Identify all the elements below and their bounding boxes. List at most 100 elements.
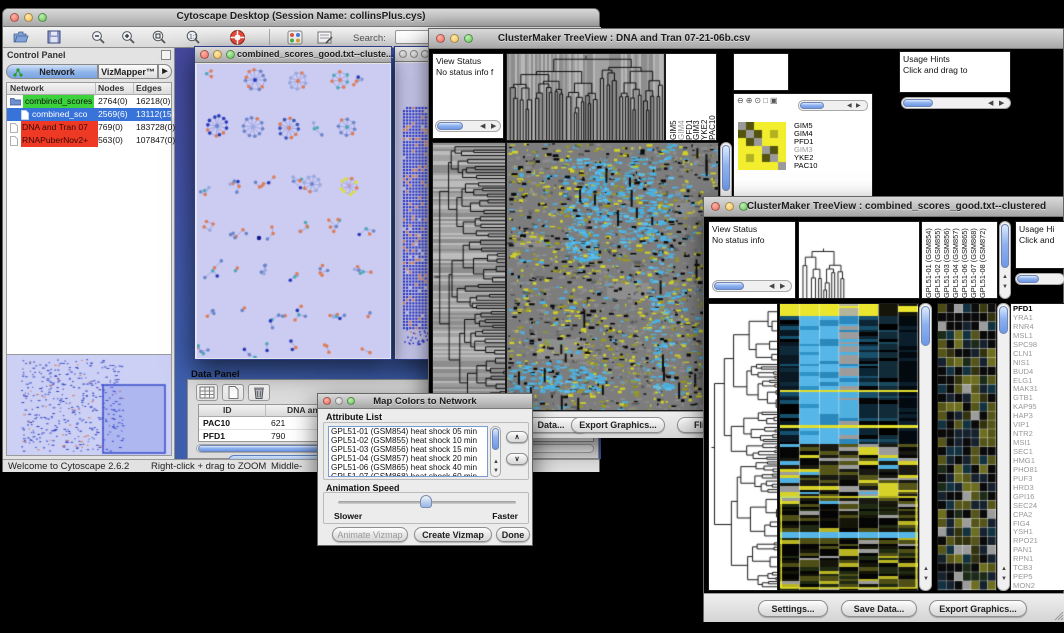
treeview1-column-dendrogram[interactable]	[506, 53, 665, 141]
tab-vizmapper[interactable]: VizMapper™	[98, 64, 158, 79]
view-status-hscrollbar[interactable]: ◀ ▶	[712, 280, 792, 292]
treeview1-zoom-matrix[interactable]	[738, 122, 786, 170]
vizmapper-icon[interactable]	[287, 30, 303, 45]
scroll-left-icon[interactable]: ◀	[847, 103, 852, 110]
slower-label: Slower	[334, 511, 362, 521]
usage-hints-hscrollbar[interactable]	[1015, 273, 1064, 285]
scroll-right-icon[interactable]: ▶	[491, 123, 496, 130]
zoom-panel-hscrollbar[interactable]: ◀ ▶	[798, 100, 868, 111]
treeview2-row-dendrogram[interactable]	[708, 303, 778, 591]
attribute-list-item[interactable]: GPL51-07 (GSM868) heat shock 60 min	[331, 473, 487, 477]
document-icon	[10, 136, 18, 146]
treeview2-titlebar[interactable]: ClusterMaker TreeView : combined_scores_…	[704, 197, 1063, 217]
zoom-out-icon[interactable]: ⊖	[737, 96, 746, 105]
treeview2-column-dendrogram[interactable]	[798, 221, 920, 299]
scroll-down-icon[interactable]: ▼	[923, 576, 929, 583]
create-vizmap-button[interactable]: Create Vizmap	[414, 527, 492, 542]
resize-grip[interactable]	[1054, 611, 1064, 621]
tab-network[interactable]: Network	[6, 64, 98, 79]
save-data-button[interactable]: Save Data...	[841, 600, 917, 617]
zoom-reset-icon[interactable]: ⊙	[754, 96, 763, 105]
close-button[interactable]	[200, 50, 209, 59]
data-panel-newdoc-button[interactable]	[222, 384, 244, 401]
attribute-list-vscrollbar[interactable]: ▲ ▼	[490, 426, 501, 477]
overview-canvas[interactable]	[7, 355, 171, 455]
export-graphics-button[interactable]: Export Graphics...	[571, 417, 665, 433]
treeview2-vscrollbar[interactable]: ▲ ▼	[919, 303, 932, 591]
minimize-button[interactable]	[450, 34, 459, 43]
scroll-down-icon[interactable]: ▼	[1002, 284, 1008, 291]
scroll-left-icon[interactable]: ◀	[480, 123, 485, 130]
settings-button[interactable]: Settings...	[758, 600, 828, 617]
close-button[interactable]	[711, 202, 720, 211]
treeview1-titlebar[interactable]: ClusterMaker TreeView : DNA and Tran 07-…	[429, 29, 1063, 49]
speed-slider-handle[interactable]	[420, 495, 432, 508]
network-overview-thumbnail[interactable]	[6, 354, 172, 456]
col-header-id[interactable]: ID	[223, 405, 232, 415]
network-row-combined-scores[interactable]: combined_scores 2764(0) 16218(0)	[7, 95, 171, 108]
export-graphics-button[interactable]: Export Graphics...	[929, 600, 1027, 617]
move-up-button[interactable]: ∧	[506, 431, 528, 443]
open-file-icon[interactable]	[13, 30, 29, 44]
treeview1-row-dendrogram[interactable]	[432, 142, 506, 411]
view-status-hscrollbar[interactable]: ◀ ▶	[435, 120, 501, 132]
scroll-up-icon[interactable]: ▲	[493, 459, 499, 466]
trash-icon	[249, 385, 269, 400]
treeview1-corner-panel	[733, 53, 789, 91]
scroll-left-icon[interactable]: ◀	[988, 100, 993, 107]
usage-hints-hscrollbar[interactable]: ◀ ▶	[901, 97, 1011, 109]
zoom-tools: ⊖⊕⊙□▣	[737, 96, 780, 105]
attribute-list[interactable]: GPL51-01 (GSM854) heat shock 05 minGPL51…	[328, 426, 488, 477]
zoom-fit-icon[interactable]: ▣	[770, 96, 780, 105]
network-row-combined-sco-selected[interactable]: combined_sco 2569(6) 13112(15)	[7, 108, 171, 121]
document-icon	[10, 123, 18, 133]
close-button[interactable]	[399, 50, 407, 58]
scroll-up-icon[interactable]: ▲	[1002, 274, 1008, 281]
float-panel-icon[interactable]	[161, 50, 171, 60]
minimize-button[interactable]	[410, 50, 418, 58]
view-status-title: View Status	[712, 224, 795, 235]
treeview2-button-bar: Settings... Save Data... Export Graphics…	[704, 593, 1064, 622]
scroll-right-icon[interactable]: ▶	[999, 100, 1004, 107]
minimize-button[interactable]	[213, 50, 222, 59]
help-lifebuoy-icon[interactable]	[229, 29, 246, 46]
scroll-left-icon[interactable]: ◀	[769, 283, 774, 290]
zoom-out-icon[interactable]	[91, 30, 106, 45]
treeview2-window: ClusterMaker TreeView : combined_scores_…	[703, 196, 1064, 622]
network1-titlebar[interactable]: combined_scores_good.txt--cluste...	[195, 47, 391, 63]
data-panel-table-button[interactable]	[196, 384, 218, 401]
scroll-right-icon[interactable]: ▶	[780, 283, 785, 290]
document-icon	[21, 110, 29, 120]
scroll-up-icon[interactable]: ▲	[923, 566, 929, 573]
new-document-icon	[223, 385, 243, 400]
network-row-rnapubernov2[interactable]: RNAPuberNov2+ 563(0) 107847(0)	[7, 134, 171, 147]
tabs-more-arrow[interactable]: ▶	[158, 64, 172, 79]
save-icon[interactable]	[47, 30, 61, 44]
zoom-button[interactable]	[226, 50, 235, 59]
treeview1-heatmap[interactable]	[506, 142, 719, 411]
zoom-fit-icon[interactable]: 1:1	[185, 30, 201, 45]
treeview2-zoom-heatmap[interactable]	[937, 303, 997, 591]
close-button[interactable]	[436, 34, 445, 43]
zoom-selected-icon[interactable]	[151, 30, 167, 45]
dialog-titlebar[interactable]: Map Colors to Network	[318, 394, 532, 409]
network1-canvas[interactable]	[197, 64, 390, 358]
scroll-right-icon[interactable]: ▶	[856, 103, 861, 110]
zoom-in-icon[interactable]	[121, 30, 136, 45]
view-status-text: No status info f	[436, 67, 503, 78]
move-down-button[interactable]: ∨	[506, 453, 528, 465]
network-row-dna-and-tran[interactable]: DNA and Tran 07 769(0) 183728(0)	[7, 121, 171, 134]
scroll-down-icon[interactable]: ▼	[1001, 576, 1007, 583]
network-list-header[interactable]: Network Nodes Edges	[7, 83, 171, 95]
done-button[interactable]: Done	[496, 527, 530, 542]
scroll-down-icon[interactable]: ▼	[493, 468, 499, 475]
data-panel-delete-button[interactable]	[248, 384, 270, 401]
treeview2-gene-vscrollbar[interactable]: ▲ ▼	[997, 303, 1010, 591]
minimize-button[interactable]	[725, 202, 734, 211]
zoom-select-icon[interactable]: □	[763, 96, 770, 105]
treeview2-labels-vscrollbar[interactable]: ▲ ▼	[999, 221, 1011, 299]
annotation-icon[interactable]	[317, 30, 333, 45]
main-titlebar[interactable]: Cytoscape Desktop (Session Name: collins…	[3, 9, 599, 27]
treeview2-heatmap[interactable]	[779, 303, 919, 591]
scroll-up-icon[interactable]: ▲	[1001, 566, 1007, 573]
